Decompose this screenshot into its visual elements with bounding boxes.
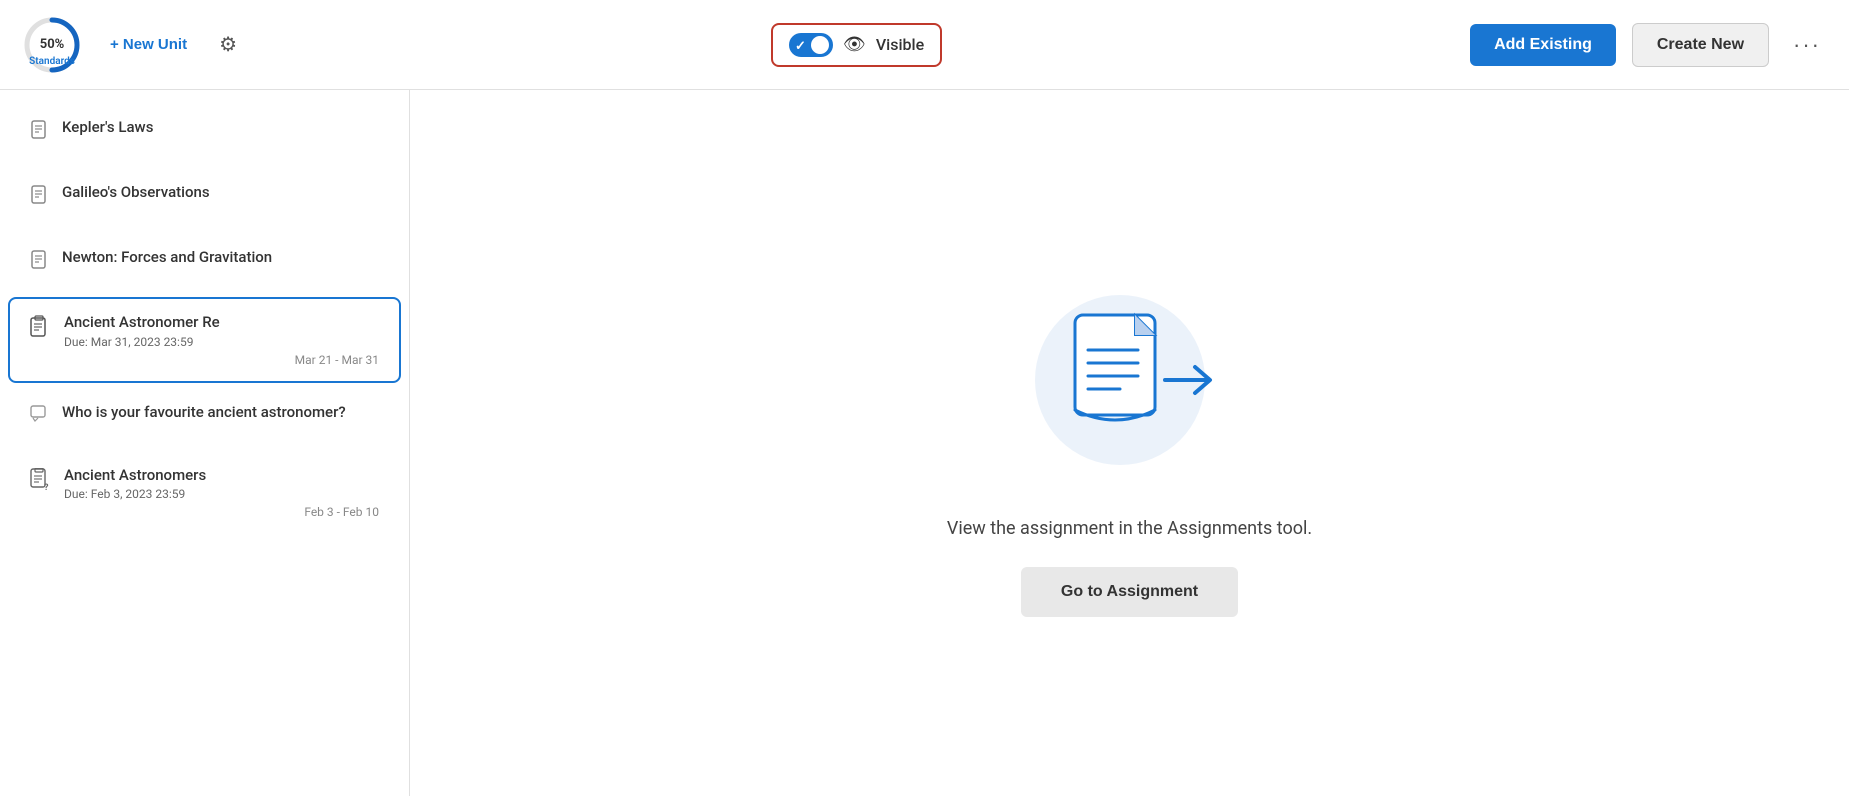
- eye-icon: 👁: [843, 34, 866, 55]
- sidebar-item-newton-forces[interactable]: Newton: Forces and Gravitation: [8, 232, 401, 293]
- sidebar-item-due: Due: Feb 3, 2023 23:59: [64, 487, 379, 501]
- sidebar-item-galileos-observations[interactable]: Galileo's Observations: [8, 167, 401, 228]
- sidebar-item-date-range: Feb 3 - Feb 10: [64, 505, 379, 519]
- sidebar-item-content: Ancient Astronomers Due: Feb 3, 2023 23:…: [64, 466, 379, 520]
- document-icon: [30, 250, 50, 277]
- sidebar-item-keplers-laws[interactable]: Kepler's Laws: [8, 102, 401, 163]
- visible-toggle[interactable]: ✓: [789, 33, 833, 57]
- assignment-icon: [30, 315, 52, 344]
- progress-circle: 50% Standards: [20, 13, 84, 77]
- sidebar-item-content: Newton: Forces and Gravitation: [62, 248, 379, 268]
- sidebar-item-content: Ancient Astronomer Re Due: Mar 31, 2023 …: [64, 313, 379, 367]
- assignment-illustration: [1020, 270, 1240, 490]
- progress-percent: 50%: [40, 37, 65, 50]
- document-icon: [30, 120, 50, 147]
- sidebar-item-ancient-astronomer[interactable]: Ancient Astronomer Re Due: Mar 31, 2023 …: [8, 297, 401, 383]
- sidebar-item-who-favourite[interactable]: Who is your favourite ancient astronomer…: [8, 387, 401, 446]
- sidebar-item-date-range: Mar 21 - Mar 31: [64, 353, 379, 367]
- document-icon: [30, 185, 50, 212]
- sidebar-item-title: Ancient Astronomers: [64, 466, 379, 486]
- create-new-button[interactable]: Create New: [1632, 23, 1769, 67]
- sidebar-item-title: Galileo's Observations: [62, 183, 379, 203]
- new-unit-button[interactable]: + New Unit: [100, 30, 197, 59]
- sidebar-item-title: Ancient Astronomer Re: [64, 313, 379, 333]
- visible-toggle-area: ✓ 👁 Visible: [771, 23, 942, 67]
- visible-label: Visible: [876, 35, 924, 54]
- sidebar-item-content: Galileo's Observations: [62, 183, 379, 203]
- gear-button[interactable]: ⚙: [213, 26, 243, 63]
- go-to-assignment-button[interactable]: Go to Assignment: [1021, 567, 1238, 617]
- sidebar-item-ancient-astronomers-quiz[interactable]: ? Ancient Astronomers Due: Feb 3, 2023 2…: [8, 450, 401, 536]
- main-content: Kepler's Laws Galileo's Observations: [0, 90, 1849, 796]
- standards-label: Standards: [29, 56, 75, 67]
- sidebar-item-due: Due: Mar 31, 2023 23:59: [64, 335, 379, 349]
- sidebar: Kepler's Laws Galileo's Observations: [0, 90, 410, 796]
- discussion-icon: [30, 405, 50, 430]
- sidebar-item-content: Who is your favourite ancient astronomer…: [62, 403, 379, 423]
- sidebar-item-content: Kepler's Laws: [62, 118, 379, 138]
- top-bar: 50% Standards + New Unit ⚙ ✓ 👁 Visible A…: [0, 0, 1849, 90]
- more-dots-icon: ···: [1793, 32, 1821, 57]
- sidebar-item-title: Kepler's Laws: [62, 118, 379, 138]
- center-description: View the assignment in the Assignments t…: [947, 518, 1312, 539]
- quiz-icon: ?: [30, 468, 52, 497]
- sidebar-item-title: Who is your favourite ancient astronomer…: [62, 403, 379, 423]
- add-existing-button[interactable]: Add Existing: [1470, 24, 1616, 66]
- svg-text:?: ?: [44, 483, 49, 492]
- sidebar-item-title: Newton: Forces and Gravitation: [62, 248, 379, 268]
- more-options-button[interactable]: ···: [1785, 26, 1829, 64]
- center-content: View the assignment in the Assignments t…: [410, 90, 1849, 796]
- gear-icon: ⚙: [219, 34, 237, 56]
